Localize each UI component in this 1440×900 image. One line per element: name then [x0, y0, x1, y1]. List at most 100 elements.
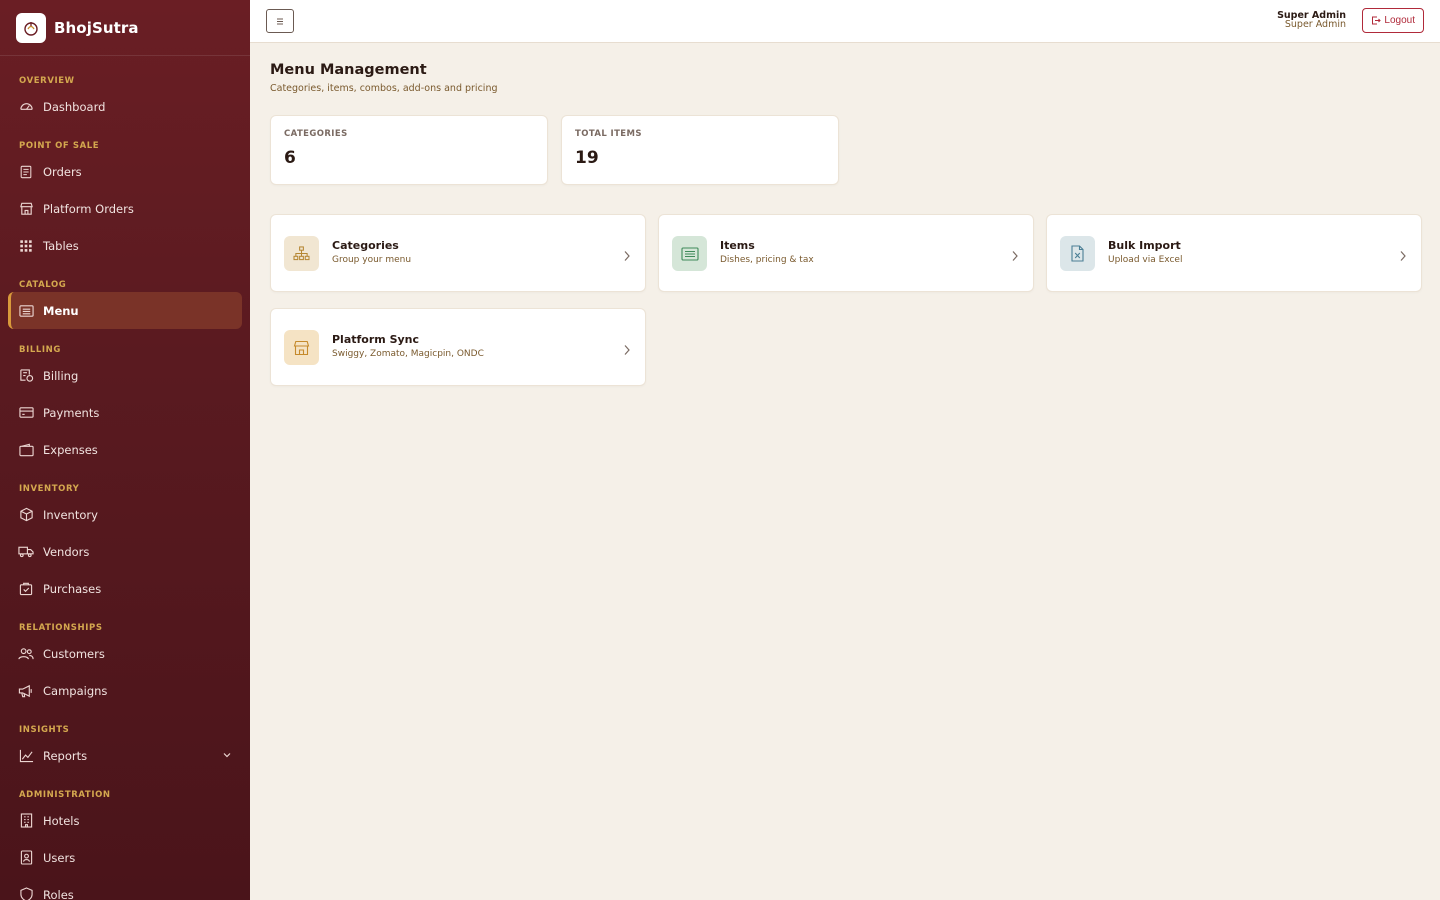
sidebar-item-label: Customers: [43, 646, 105, 661]
invoice-icon: [18, 368, 34, 384]
sidebar-item-label: Menu: [43, 303, 79, 318]
sidebar: BhojSutra OVERVIEW Dashboard POINT OF SA…: [0, 0, 250, 900]
brand-logo-icon: [16, 12, 46, 43]
sidebar-nav: OVERVIEW Dashboard POINT OF SALE Orders …: [0, 56, 250, 900]
chevron-right-icon: [623, 341, 631, 360]
sidebar-item-customers[interactable]: Customers: [8, 635, 242, 672]
chevron-right-icon: [1399, 247, 1407, 266]
shopping-bag-icon: [18, 581, 34, 597]
sidebar-item-label: Expenses: [43, 442, 98, 457]
sidebar-item-label: Billing: [43, 368, 79, 383]
sidebar-item-orders[interactable]: Orders: [8, 153, 242, 190]
sidebar-item-campaigns[interactable]: Campaigns: [8, 672, 242, 709]
logout-icon: [1372, 16, 1382, 25]
stats-row: CATEGORIES 6 TOTAL ITEMS 19: [270, 115, 839, 185]
list-icon: [672, 236, 707, 271]
sidebar-item-platform-orders[interactable]: Platform Orders: [8, 190, 242, 227]
chevron-right-icon: [623, 247, 631, 266]
sidebar-item-label: Orders: [43, 164, 82, 179]
logout-button[interactable]: Logout: [1362, 8, 1424, 33]
link-subtitle: Swiggy, Zomato, Magicpin, ONDC: [332, 349, 484, 359]
sidebar-item-label: Payments: [43, 405, 100, 420]
megaphone-icon: [18, 683, 34, 699]
link-title: Platform Sync: [332, 333, 420, 346]
link-card-categories[interactable]: Categories Group your menu: [270, 214, 646, 292]
sidebar-item-hotels[interactable]: Hotels: [8, 802, 242, 839]
sidebar-item-vendors[interactable]: Vendors: [8, 533, 242, 570]
section-label-insights: INSIGHTS: [19, 725, 70, 735]
stat-label: CATEGORIES: [284, 129, 348, 139]
sidebar-item-label: Dashboard: [43, 99, 106, 114]
section-label-catalog: CATALOG: [19, 280, 67, 290]
sidebar-item-tables[interactable]: Tables: [8, 227, 242, 264]
store-icon: [18, 201, 34, 217]
sidebar-item-label: Campaigns: [43, 683, 108, 698]
line-chart-icon: [18, 748, 34, 764]
link-card-platform-sync[interactable]: Platform Sync Swiggy, Zomato, Magicpin, …: [270, 308, 646, 386]
link-subtitle: Upload via Excel: [1108, 255, 1183, 265]
grid-icon: [18, 238, 34, 254]
sidebar-item-label: Reports: [43, 748, 88, 763]
section-label-overview: OVERVIEW: [19, 76, 75, 86]
link-title: Bulk Import: [1108, 239, 1181, 252]
section-label-pos: POINT OF SALE: [19, 141, 100, 151]
stat-value: 19: [575, 148, 599, 168]
users-icon: [18, 646, 34, 662]
link-title: Items: [720, 239, 755, 252]
box-icon: [18, 507, 34, 523]
sidebar-item-expenses[interactable]: Expenses: [8, 431, 242, 468]
hamburger-icon: [277, 18, 283, 24]
page-title: Menu Management: [270, 62, 427, 78]
sidebar-item-label: Tables: [43, 238, 79, 253]
sidebar-item-reports[interactable]: Reports: [8, 737, 242, 774]
truck-icon: [18, 544, 34, 560]
sidebar-item-billing[interactable]: Billing: [8, 357, 242, 394]
wallet-icon: [18, 442, 34, 458]
link-card-bulk-import[interactable]: Bulk Import Upload via Excel: [1046, 214, 1422, 292]
brand-name: BhojSutra: [54, 18, 139, 37]
credit-card-icon: [18, 405, 34, 421]
stat-label: TOTAL ITEMS: [575, 129, 642, 139]
sidebar-item-label: Roles: [43, 887, 74, 900]
gauge-icon: [18, 99, 34, 115]
shield-icon: [18, 887, 34, 900]
link-subtitle: Dishes, pricing & tax: [720, 255, 814, 265]
topbar: Super Admin Super Admin Logout: [250, 0, 1440, 43]
building-icon: [18, 813, 34, 829]
sidebar-item-payments[interactable]: Payments: [8, 394, 242, 431]
receipt-icon: [18, 164, 34, 180]
stat-card-total-items: TOTAL ITEMS 19: [561, 115, 839, 185]
page-subtitle: Categories, items, combos, add-ons and p…: [270, 83, 498, 94]
id-badge-icon: [18, 850, 34, 866]
sidebar-item-label: Platform Orders: [43, 201, 134, 216]
sidebar-item-label: Hotels: [43, 813, 80, 828]
sitemap-icon: [284, 236, 319, 271]
section-label-billing: BILLING: [19, 345, 61, 355]
sidebar-item-label: Inventory: [43, 507, 98, 522]
chevron-down-icon[interactable]: [222, 749, 232, 763]
section-label-administration: ADMINISTRATION: [19, 790, 111, 800]
sidebar-item-purchases[interactable]: Purchases: [8, 570, 242, 607]
sidebar-toggle-button[interactable]: [266, 9, 294, 33]
logout-label: Logout: [1384, 15, 1415, 26]
sidebar-item-menu[interactable]: Menu: [8, 292, 242, 329]
sidebar-item-inventory[interactable]: Inventory: [8, 496, 242, 533]
sidebar-item-roles[interactable]: Roles: [8, 876, 242, 900]
brand[interactable]: BhojSutra: [0, 0, 250, 56]
section-label-relationships: RELATIONSHIPS: [19, 623, 103, 633]
sidebar-item-dashboard[interactable]: Dashboard: [8, 88, 242, 125]
sidebar-item-label: Vendors: [43, 544, 90, 559]
sidebar-item-users[interactable]: Users: [8, 839, 242, 876]
link-title: Categories: [332, 239, 399, 252]
menu-list-icon: [18, 303, 34, 319]
main-content: Menu Management Categories, items, combo…: [270, 62, 1422, 386]
user-role: Super Admin: [1284, 19, 1346, 30]
chevron-right-icon: [1011, 247, 1019, 266]
store-icon: [284, 330, 319, 365]
link-card-items[interactable]: Items Dishes, pricing & tax: [658, 214, 1034, 292]
sidebar-item-label: Purchases: [43, 581, 102, 596]
user-info: Super Admin Super Admin: [1277, 11, 1346, 30]
stat-card-categories: CATEGORIES 6: [270, 115, 548, 185]
sidebar-item-label: Users: [43, 850, 76, 865]
link-subtitle: Group your menu: [332, 255, 412, 265]
